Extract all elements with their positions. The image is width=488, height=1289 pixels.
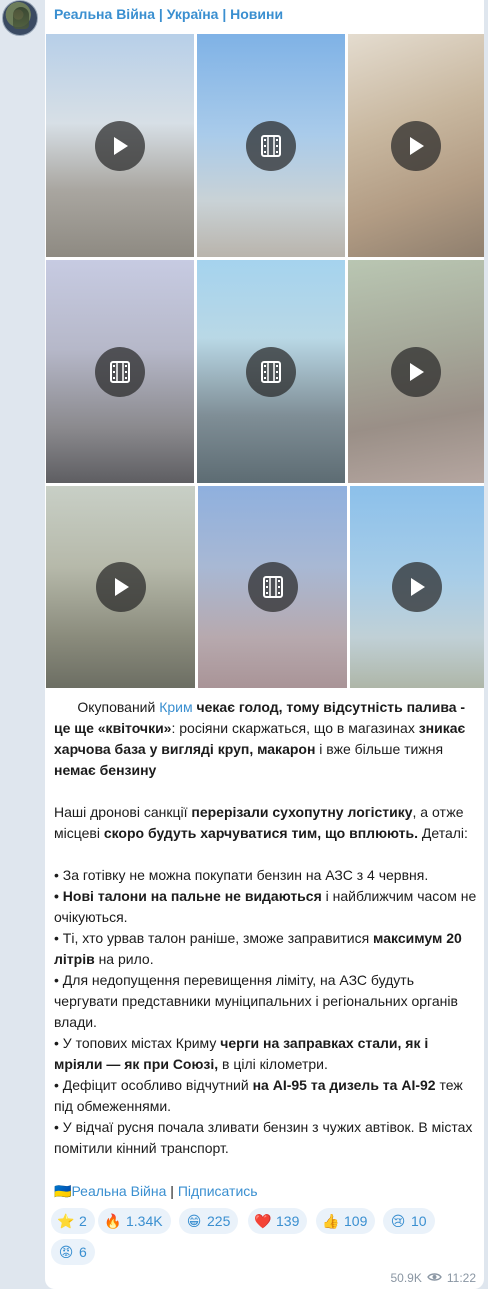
heart-icon: ❤️	[254, 1212, 272, 1229]
view-count: 50.9K	[390, 1271, 422, 1285]
media-tile[interactable]	[46, 486, 195, 688]
channel-title[interactable]: Реальна Війна | Україна | Новини	[54, 6, 283, 22]
film-icon	[95, 346, 145, 397]
film-icon	[246, 120, 296, 171]
reaction-fire[interactable]: 🔥 1.34K	[98, 1208, 171, 1234]
reaction-count: 109	[344, 1213, 368, 1229]
reaction-count: 10	[411, 1213, 427, 1229]
play-icon	[95, 562, 146, 612]
post-text: Окупований Крим чекає голод, тому відсут…	[54, 697, 478, 1202]
channel-avatar[interactable]	[2, 0, 38, 36]
reaction-star[interactable]: ⭐ 2	[51, 1208, 95, 1234]
paragraph-sanctions: Наші дронові санкції перерізали сухопутн…	[54, 804, 468, 841]
post-footer: 🇺🇦Реальна Війна | Підписатись	[54, 1183, 258, 1199]
bullet-item: • За готівку не можна покупати бензин на…	[54, 867, 429, 883]
bullet-item: • Дефіцит особливо відчутний на АІ-95 та…	[54, 1077, 463, 1114]
media-tile[interactable]	[350, 486, 484, 688]
reaction-angry[interactable]: 😡 6	[51, 1239, 95, 1265]
media-tile[interactable]	[46, 34, 194, 257]
reaction-count: 1.34K	[126, 1213, 163, 1229]
reaction-heart[interactable]: ❤️ 139	[248, 1208, 308, 1234]
bullet-item: • Ті, хто урвав талон раніше, зможе запр…	[54, 930, 462, 967]
eye-icon	[427, 1271, 442, 1285]
play-icon	[391, 120, 441, 171]
message-bubble: Реальна Війна | Україна | Новини Окупова…	[45, 0, 484, 1289]
crimea-link[interactable]: Крим	[159, 699, 192, 715]
media-tile[interactable]	[348, 34, 484, 257]
media-tile[interactable]	[348, 260, 484, 483]
channel-link[interactable]: Реальна Війна	[71, 1183, 166, 1199]
media-tile[interactable]	[197, 260, 345, 483]
reaction-count: 2	[79, 1213, 87, 1229]
grin-icon: 😁	[186, 1212, 202, 1229]
play-icon	[392, 562, 442, 612]
reaction-grin[interactable]: 😁 225	[179, 1208, 239, 1234]
fire-icon: 🔥	[104, 1212, 122, 1229]
message-time: 11:22	[446, 1271, 476, 1285]
message-meta: 50.9K 11:22	[391, 1271, 477, 1285]
ukraine-flag-icon: 🇺🇦	[54, 1183, 72, 1199]
bullet-item: • Нові талони на пальне не видаються і н…	[54, 888, 477, 925]
bullet-item: • У топових містах Криму черги на заправ…	[54, 1035, 429, 1072]
media-tile[interactable]	[46, 260, 194, 483]
bullet-item: • У відчаї русня почала зливати бензин з…	[54, 1119, 473, 1156]
reaction-count: 225	[207, 1213, 231, 1229]
reaction-thumbs-up[interactable]: 👍 109	[316, 1208, 376, 1234]
play-icon	[391, 346, 441, 397]
play-icon	[95, 120, 145, 171]
angry-icon: 😡	[58, 1243, 74, 1260]
reaction-count: 139	[276, 1213, 300, 1229]
bullet-item: • Для недопущення перевищення ліміту, на…	[54, 972, 458, 1030]
media-grid	[45, 33, 484, 689]
paragraph-intro: Окупований Крим чекає голод, тому відсут…	[54, 699, 466, 778]
reaction-count: 6	[79, 1244, 87, 1260]
film-icon	[247, 562, 298, 612]
reaction-crying[interactable]: 😢 10	[383, 1208, 435, 1234]
thumbs-up-icon: 👍	[322, 1212, 340, 1229]
media-tile[interactable]	[197, 34, 345, 257]
star-icon: ⭐	[57, 1212, 75, 1229]
subscribe-link[interactable]: Підписатись	[178, 1183, 258, 1199]
crying-icon: 😢	[390, 1212, 406, 1229]
media-tile[interactable]	[198, 486, 347, 688]
film-icon	[246, 346, 296, 397]
